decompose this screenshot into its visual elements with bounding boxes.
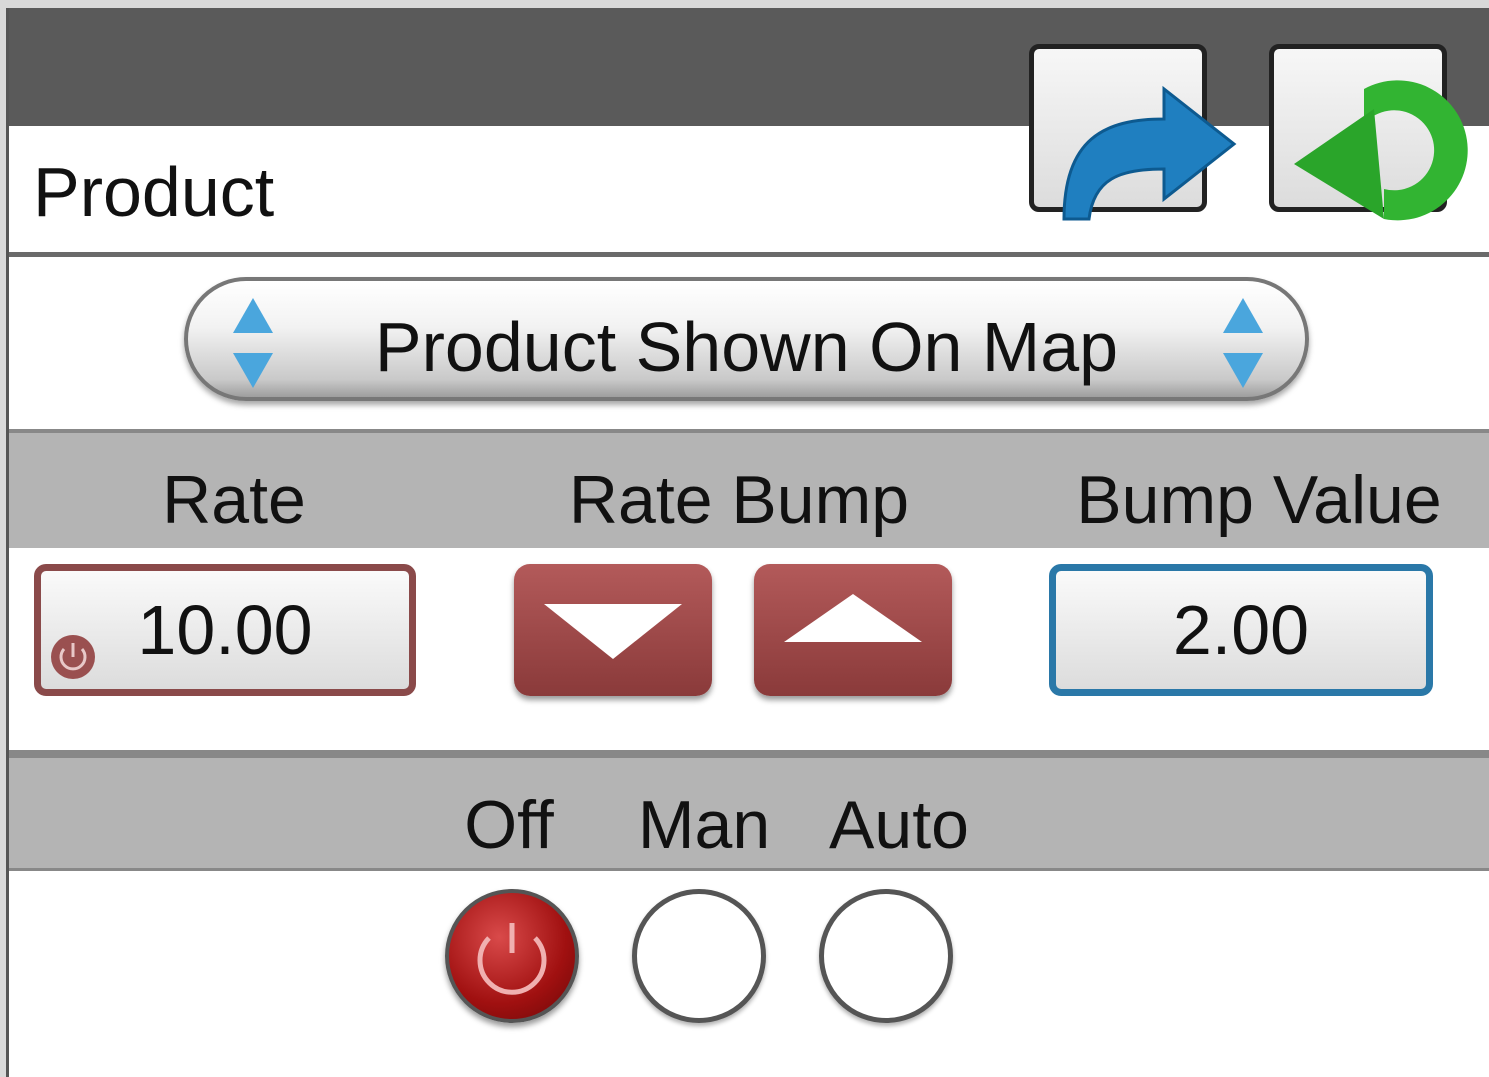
triangle-down-icon xyxy=(544,604,682,659)
rate-header-band: Rate Rate Bump Bump Value xyxy=(9,429,1489,548)
forward-button[interactable] xyxy=(1029,44,1237,221)
power-icon xyxy=(477,923,547,995)
bump-down-button[interactable] xyxy=(514,564,712,696)
return-button[interactable] xyxy=(1269,44,1468,221)
selector-value: Product Shown On Map xyxy=(374,308,1119,386)
mode-off-radio[interactable] xyxy=(445,889,579,1023)
mode-label-auto: Auto xyxy=(829,787,969,863)
power-icon xyxy=(51,635,95,679)
mode-man-radio[interactable] xyxy=(632,889,766,1023)
bump-value-header: Bump Value xyxy=(1076,462,1442,538)
mode-header-band: Off Man Auto xyxy=(9,754,1489,871)
bump-up-button[interactable] xyxy=(754,564,952,696)
product-panel: Product Product Shown On Map Rate Rate B… xyxy=(6,8,1489,1077)
rate-field[interactable]: 10.00 xyxy=(34,564,416,696)
forward-arrow-icon xyxy=(1062,85,1237,221)
bump-value-field[interactable]: 2.00 xyxy=(1049,564,1433,696)
panel-title: Product xyxy=(33,153,275,231)
mode-row xyxy=(9,871,1489,1077)
return-arrow-icon xyxy=(1294,80,1468,221)
spin-arrows-icon xyxy=(1223,298,1263,388)
mode-label-off: Off xyxy=(464,787,554,863)
rate-header: Rate xyxy=(162,462,306,538)
rate-bump-header: Rate Bump xyxy=(568,462,910,538)
rate-row: 10.00 2.00 xyxy=(9,548,1489,754)
rate-value: 10.00 xyxy=(137,591,313,669)
selector-row: Product Shown On Map xyxy=(9,257,1489,429)
mode-label-man: Man xyxy=(637,787,771,863)
product-selector[interactable]: Product Shown On Map xyxy=(184,277,1309,401)
mode-auto-radio[interactable] xyxy=(819,889,953,1023)
triangle-up-icon xyxy=(784,594,922,642)
